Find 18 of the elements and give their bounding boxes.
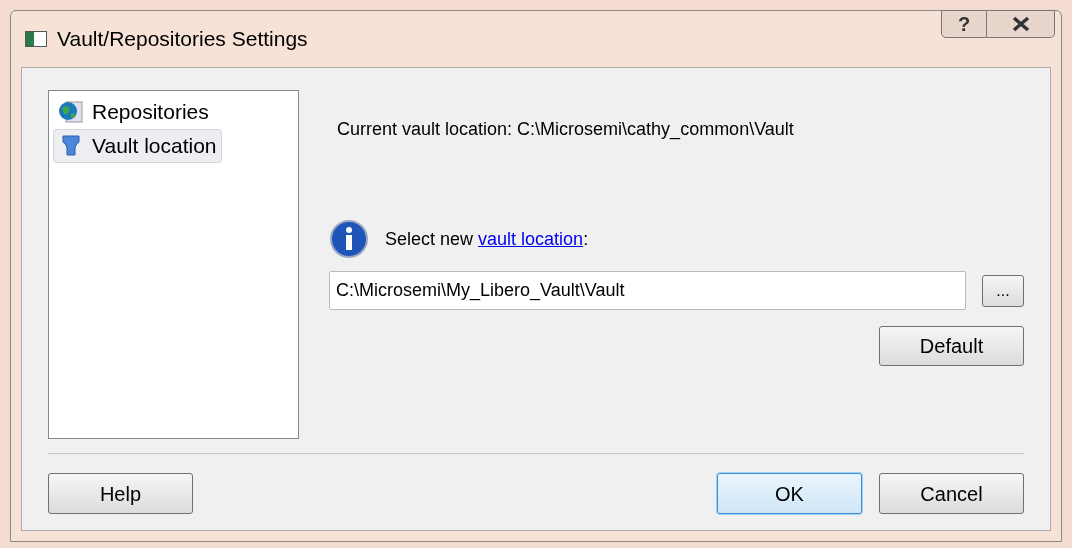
info-icon xyxy=(329,219,369,259)
current-location-text: Current vault location: C:\Microsemi\cathy_common\Vault xyxy=(337,118,795,142)
close-icon xyxy=(1010,16,1031,32)
sidebar-item[interactable]: Vault location xyxy=(53,129,222,163)
browse-button[interactable]: ... xyxy=(982,274,1024,307)
default-button[interactable]: Default xyxy=(879,326,1024,366)
dialog-button[interactable]: Help xyxy=(48,473,193,514)
dialog-button[interactable]: OK xyxy=(717,473,862,514)
help-button[interactable]: ? xyxy=(941,10,987,38)
prompt-text: Select new vault location: xyxy=(385,227,589,251)
dialog-button[interactable]: Cancel xyxy=(879,473,1024,514)
close-button[interactable] xyxy=(987,10,1055,38)
window-app-icon xyxy=(25,31,47,47)
globe-icon xyxy=(58,99,84,125)
window-title: Vault/Repositories Settings xyxy=(57,26,308,53)
vault-location-link[interactable]: vault location xyxy=(478,228,584,249)
location-input-field[interactable]: C:\Microsemi\My_Libero_Vault\Vault xyxy=(329,271,966,310)
sidebar-item[interactable]: Repositories xyxy=(53,95,214,129)
